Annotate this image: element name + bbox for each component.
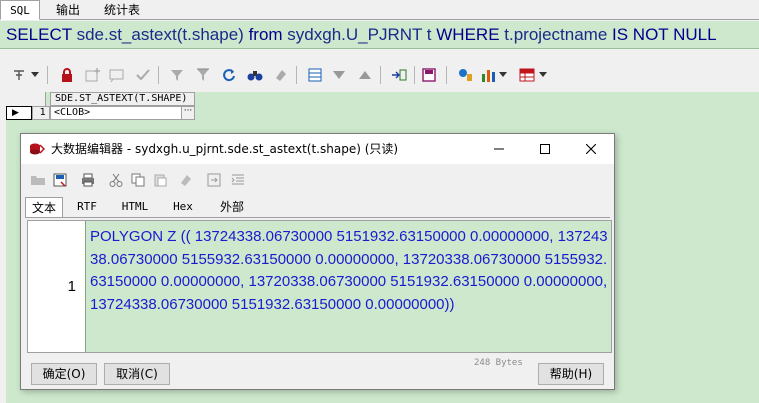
toolbar-separator	[414, 66, 415, 84]
word-wrap-icon[interactable]	[205, 171, 223, 189]
toolbar-separator	[47, 66, 48, 84]
help-button[interactable]: 帮助(H)	[538, 363, 604, 385]
toolbar-separator	[380, 66, 381, 84]
column-header[interactable]: SDE.ST_ASTEXT(T.SHAPE)	[50, 92, 195, 106]
sql-keyword-from: from	[248, 25, 283, 44]
cancel-button[interactable]: 取消(C)	[104, 363, 170, 385]
eraser-icon[interactable]	[272, 66, 290, 84]
sql-keyword-is-not-null: IS NOT NULL	[612, 25, 717, 44]
open-file-icon[interactable]	[29, 171, 47, 189]
cut-icon[interactable]	[107, 171, 125, 189]
post-changes-icon[interactable]	[134, 66, 152, 84]
dialog-toolbar	[21, 167, 614, 193]
refresh-icon[interactable]	[220, 66, 238, 84]
dialog-title: 大数据编辑器 - sydxgh.u_pjrnt.sde.st_astext(t.…	[51, 142, 399, 156]
tab-sql[interactable]: SQL	[0, 0, 40, 20]
tab-external[interactable]: 外部	[209, 197, 255, 217]
pin-icon[interactable]	[10, 66, 28, 84]
sql-function: sde.st_astext(t.shape)	[76, 25, 244, 44]
sql-column: t.projectname	[504, 25, 608, 44]
eraser-icon[interactable]	[177, 171, 195, 189]
copy-icon[interactable]	[129, 171, 147, 189]
delete-record-icon[interactable]	[108, 66, 126, 84]
toolbar-separator	[296, 66, 297, 84]
close-button[interactable]	[568, 134, 614, 164]
triangle-up-icon[interactable]	[356, 66, 374, 84]
line-gutter: 1	[28, 221, 86, 352]
paste-icon[interactable]	[151, 171, 169, 189]
minimize-button[interactable]	[476, 134, 522, 164]
query-by-example-icon[interactable]	[390, 66, 408, 84]
filter-icon[interactable]	[194, 66, 212, 84]
grid-view-icon[interactable]	[306, 66, 324, 84]
text-editor[interactable]: 1 POLYGON Z (( 13724338.06730000 5151932…	[27, 220, 612, 353]
row-number: 1	[32, 106, 50, 120]
tab-statistics[interactable]: 统计表	[96, 0, 148, 20]
table-export-icon[interactable]	[518, 66, 536, 84]
indent-icon[interactable]	[229, 171, 247, 189]
sql-keyword-select: SELECT	[6, 25, 72, 44]
maximize-button[interactable]	[522, 134, 568, 164]
sql-table: sydxgh.U_PJRNT t	[287, 25, 432, 44]
grid-corner	[6, 92, 46, 106]
insert-record-icon[interactable]	[84, 66, 102, 84]
user-settings-icon[interactable]	[456, 66, 474, 84]
lock-icon[interactable]	[58, 66, 76, 84]
binoculars-icon[interactable]	[246, 66, 264, 84]
app-icon	[29, 142, 46, 156]
ok-button[interactable]: 确定(O)	[31, 363, 97, 385]
tab-hex[interactable]: Hex	[163, 197, 203, 217]
line-number: 1	[67, 278, 76, 295]
tab-bar: SQL 输出 统计表	[0, 0, 759, 20]
row-indicator-icon: ▶	[6, 106, 32, 120]
dialog-titlebar: 大数据编辑器 - sydxgh.u_pjrnt.sde.st_astext(t.…	[21, 134, 614, 164]
chart-icon[interactable]	[480, 66, 498, 84]
editor-content[interactable]: POLYGON Z (( 13724338.06730000 5151932.6…	[90, 226, 608, 316]
toolbar	[0, 58, 759, 92]
print-icon[interactable]	[79, 171, 97, 189]
tab-divider	[25, 217, 610, 218]
toolbar-separator	[446, 66, 447, 84]
size-label: 248 Bytes	[474, 358, 523, 368]
sql-keyword-where: WHERE	[436, 25, 500, 44]
chevron-down-icon[interactable]	[30, 66, 40, 84]
clob-cell[interactable]: <CLOB>	[50, 106, 182, 120]
large-data-editor-dialog: 大数据编辑器 - sydxgh.u_pjrnt.sde.st_astext(t.…	[20, 133, 615, 390]
tab-rtf[interactable]: RTF	[67, 197, 107, 217]
tab-output[interactable]: 输出	[46, 0, 90, 20]
triangle-down-icon[interactable]	[330, 66, 348, 84]
chevron-down-icon[interactable]	[498, 66, 508, 84]
save-icon[interactable]	[420, 66, 438, 84]
toolbar-separator	[158, 66, 159, 84]
sql-editor[interactable]: SELECT sde.st_astext(t.shape) from sydxg…	[0, 21, 759, 49]
cell-editor-button[interactable]: ···	[181, 106, 195, 120]
save-to-file-icon[interactable]	[51, 171, 69, 189]
clear-filter-icon[interactable]	[168, 66, 186, 84]
chevron-down-icon[interactable]	[538, 66, 548, 84]
tab-html[interactable]: HTML	[113, 197, 157, 217]
tab-text[interactable]: 文本	[25, 197, 63, 217]
